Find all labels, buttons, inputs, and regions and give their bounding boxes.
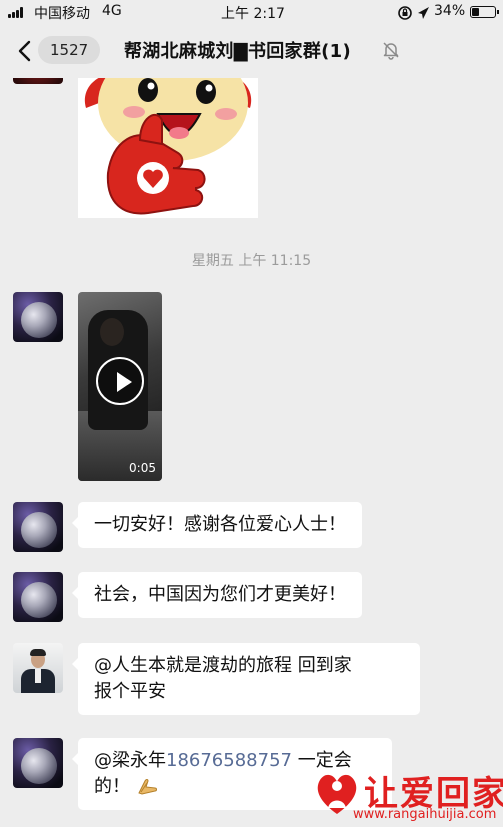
orientation-location-icon [398, 6, 429, 20]
praying-hands-emoji-icon [138, 779, 157, 795]
battery-icon [470, 6, 499, 18]
message-list[interactable]: 星期五 上午 11:15 0:05 一切安好！感谢各位爱心人士！ 社会，中国因为… [0, 78, 503, 827]
message-bubble[interactable]: 一切安好！感谢各位爱心人士！ [72, 502, 362, 548]
message-timestamp: 星期五 上午 11:15 [191, 253, 312, 269]
sender-avatar[interactable] [13, 78, 63, 84]
play-icon[interactable] [96, 357, 144, 405]
mention-text: @梁永年 [94, 750, 166, 771]
sender-avatar[interactable] [13, 643, 63, 693]
site-watermark: 让爱回家 www.rangaihuijia.com [312, 766, 503, 827]
chat-title[interactable]: 帮湖北麻城刘▇书回家群(1) [124, 37, 351, 63]
clock: 上午 2:17 [221, 6, 285, 22]
video-duration: 0:05 [129, 461, 156, 475]
network-label: 4G [102, 3, 122, 19]
sticker-image[interactable] [78, 78, 258, 218]
carrier-label: 中国移动 [34, 6, 90, 22]
cartoon-thumbs-up-sticker [84, 78, 252, 215]
message-text: 社会，中国因为您们才更美好！ [94, 584, 346, 605]
message-text: 一切安好！感谢各位爱心人士！ [94, 514, 346, 535]
back-chevron-icon[interactable] [14, 38, 38, 64]
message-text: 的！ [94, 776, 130, 797]
message-bubble[interactable]: @人生本就是渡劫的旅程 回到家 报个平安 [72, 643, 420, 715]
sender-avatar[interactable] [13, 738, 63, 788]
phone-number-link[interactable]: 18676588757 [166, 750, 292, 771]
unread-count-badge[interactable]: 1527 [38, 36, 101, 64]
watermark-url: www.rangaihuijia.com [353, 807, 497, 822]
battery-fill [472, 8, 479, 16]
signal-icon [8, 7, 26, 18]
battery-percent: 34% [434, 3, 466, 19]
sender-avatar[interactable] [13, 502, 63, 552]
status-bar: 中国移动 4G 上午 2:17 34% [0, 0, 503, 24]
chat-header: 1527 帮湖北麻城刘▇书回家群(1) [0, 24, 503, 78]
sender-avatar[interactable] [13, 292, 63, 342]
sender-avatar[interactable] [13, 572, 63, 622]
message-text-line: @人生本就是渡劫的旅程 回到家 [94, 655, 352, 676]
video-message[interactable]: 0:05 [78, 292, 162, 481]
message-bubble[interactable]: 社会，中国因为您们才更美好！ [72, 572, 362, 618]
mute-bell-icon [383, 42, 399, 60]
message-text-line: 报个平安 [94, 681, 166, 702]
